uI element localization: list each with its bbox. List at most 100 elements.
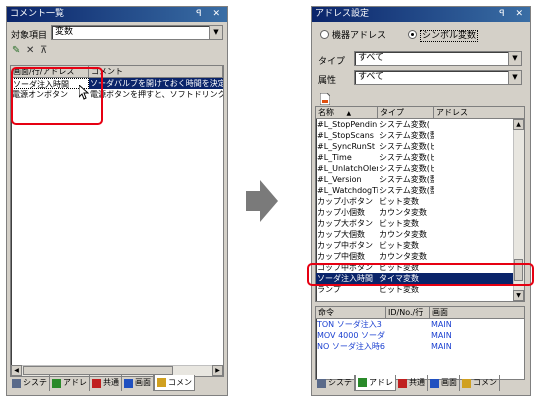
col-header-type[interactable]: タイプ [378,107,434,118]
row-type: システム変数(ビ [379,153,434,162]
row-name: カップ中個数 [317,252,365,261]
row-name: #L_WatchdogTi [317,186,378,195]
row-name: #L_StopScans [317,131,374,140]
row-name: #L_Version [317,175,362,184]
table-row[interactable]: #L_StopPendin システム変数( [316,119,524,130]
ref-command: TON ソーダ注入3 [317,320,382,329]
col-header-comment[interactable]: コメント [89,66,223,77]
target-label: 対象項目 [11,31,48,41]
row-name: #L_UnlatchOler [317,164,378,173]
table-row[interactable]: カップ中個数 カウンタ変数 [316,251,524,262]
radio-device-address[interactable]: 機器アドレス [320,28,386,41]
tab-screen[interactable]: 画面 [122,375,154,391]
right-tab-bar: システ アドレ 共通 画面 コメン [315,375,525,391]
col-header-address[interactable]: アドレス [434,107,524,118]
row-name: カップ小個数 [317,208,365,217]
col-header-id[interactable]: ID/No./行 [386,307,430,318]
tab-screen[interactable]: 画面 [428,375,460,391]
scroll-down-icon[interactable]: ▼ [513,290,524,301]
edit-icon[interactable]: ✎ [12,45,20,57]
comment-icon [157,378,166,387]
row-type: システム変数(ビ [379,164,434,173]
row-name: #L_SyncRunSt [317,142,375,151]
highlight-box-left [11,67,103,125]
row-type: システム変数(整 [379,131,434,140]
tab-address[interactable]: アドレ [50,375,90,391]
reference-row[interactable]: NO ソーダ注入時6 MAIN [316,341,524,352]
arrow-right-icon [246,180,278,222]
attribute-select[interactable]: すべて ▼ [354,70,522,85]
row-type: カウンタ変数 [379,230,427,239]
system-icon [12,378,21,388]
delete-icon[interactable]: ✕ [26,45,34,57]
ref-command: MOV 4000 ソーダ [317,331,385,340]
table-row[interactable]: #L_UnlatchOler システム変数(ビ [316,163,524,174]
row-type: ビット変数 [379,197,419,206]
address-settings-title: アドレス設定 [315,9,370,19]
reference-row[interactable]: MOV 4000 ソーダ MAIN [316,330,524,341]
scroll-thumb[interactable] [23,366,173,375]
row-type: カウンタ変数 [379,208,427,217]
ref-id [386,319,430,330]
comment-list-titlebar: コメント一覧 ꟼ ✕ [7,7,227,22]
type-select[interactable]: すべて ▼ [354,51,522,66]
table-row[interactable]: #L_Version システム変数(整 [316,174,524,185]
chevron-down-icon[interactable]: ▼ [508,71,521,84]
col-header-screen[interactable]: 画面 [430,307,524,318]
table-row[interactable]: #L_StopScans システム変数(整 [316,130,524,141]
attribute-label: 属性 [318,76,337,86]
col-header-name[interactable]: 名称 ▲ [316,107,378,118]
ref-screen: MAIN [431,331,452,340]
table-row[interactable]: カップ小ボタン ビット変数 [316,196,524,207]
radio-symbol-variable[interactable]: シンボル変数 [408,28,479,42]
reference-row[interactable]: TON ソーダ注入3 MAIN [316,319,524,330]
table-row[interactable]: #L_Time システム変数(ビ [316,152,524,163]
row-type: システム変数(ビ [379,142,434,151]
tab-common[interactable]: 共通 [90,375,122,391]
symbol-table-header: 名称 ▲ タイプ アドレス [316,107,524,119]
title-buttons[interactable]: ꟼ ✕ [499,7,527,22]
ref-screen: MAIN [431,320,452,329]
row-type: カウンタ変数 [379,252,427,261]
table-row[interactable]: カップ大個数 カウンタ変数 [316,229,524,240]
row-name: カップ大ボタン [317,219,373,228]
scroll-up-icon[interactable]: ▲ [513,119,524,130]
radio-selected-icon [408,30,417,39]
row-type: システム変数(整 [379,175,434,184]
address-icon [358,378,367,387]
common-icon [398,378,407,388]
table-row[interactable]: #L_WatchdogTi システム変数(整 [316,185,524,196]
tab-common[interactable]: 共通 [396,375,428,391]
system-icon [317,378,326,388]
common-icon [92,378,101,388]
tab-system[interactable]: システ [315,375,355,391]
row-name: #L_Time [317,153,352,162]
table-row[interactable]: カップ中ボタン ビット変数 [316,240,524,251]
title-buttons[interactable]: ꟼ ✕ [196,7,224,22]
tab-address[interactable]: アドレ [355,375,396,391]
address-settings-titlebar: アドレス設定 ꟼ ✕ [312,7,530,22]
target-select[interactable]: 変数 ▼ [51,25,223,40]
tab-comment[interactable]: コメン [460,375,500,391]
new-document-icon[interactable] [320,93,330,105]
tab-comment[interactable]: コメン [154,375,195,391]
highlight-box-right [307,263,534,286]
row-comment: ソーダバルブを開けておく時間を決定します [89,78,223,89]
table-row[interactable]: #L_SyncRunSt システム変数(ビ [316,141,524,152]
comment-list-panel: コメント一覧 ꟼ ✕ 対象項目 変数 ▼ ✎ ✕ ⊼ 画面/行/アドレス コメン… [6,6,228,396]
screen-icon [124,378,133,388]
row-name: カップ中ボタン [317,241,373,250]
tab-system[interactable]: システ [10,375,50,391]
col-header-command[interactable]: 命令 [316,307,386,318]
row-type: システム変数(整 [379,186,434,195]
table-row[interactable]: カップ小個数 カウンタ変数 [316,207,524,218]
radio-icon [320,30,329,39]
chevron-down-icon[interactable]: ▼ [209,26,222,39]
comment-icon [462,378,471,388]
type-label: タイプ [318,57,346,67]
sort-up-icon: ▲ [346,110,352,117]
table-row[interactable]: カップ大ボタン ビット変数 [316,218,524,229]
filter-icon[interactable]: ⊼ [40,45,47,57]
chevron-down-icon[interactable]: ▼ [508,52,521,65]
reference-rows: TON ソーダ注入3 MAIN MOV 4000 ソーダ MAIN NO ソーダ注入時6… [316,319,524,352]
